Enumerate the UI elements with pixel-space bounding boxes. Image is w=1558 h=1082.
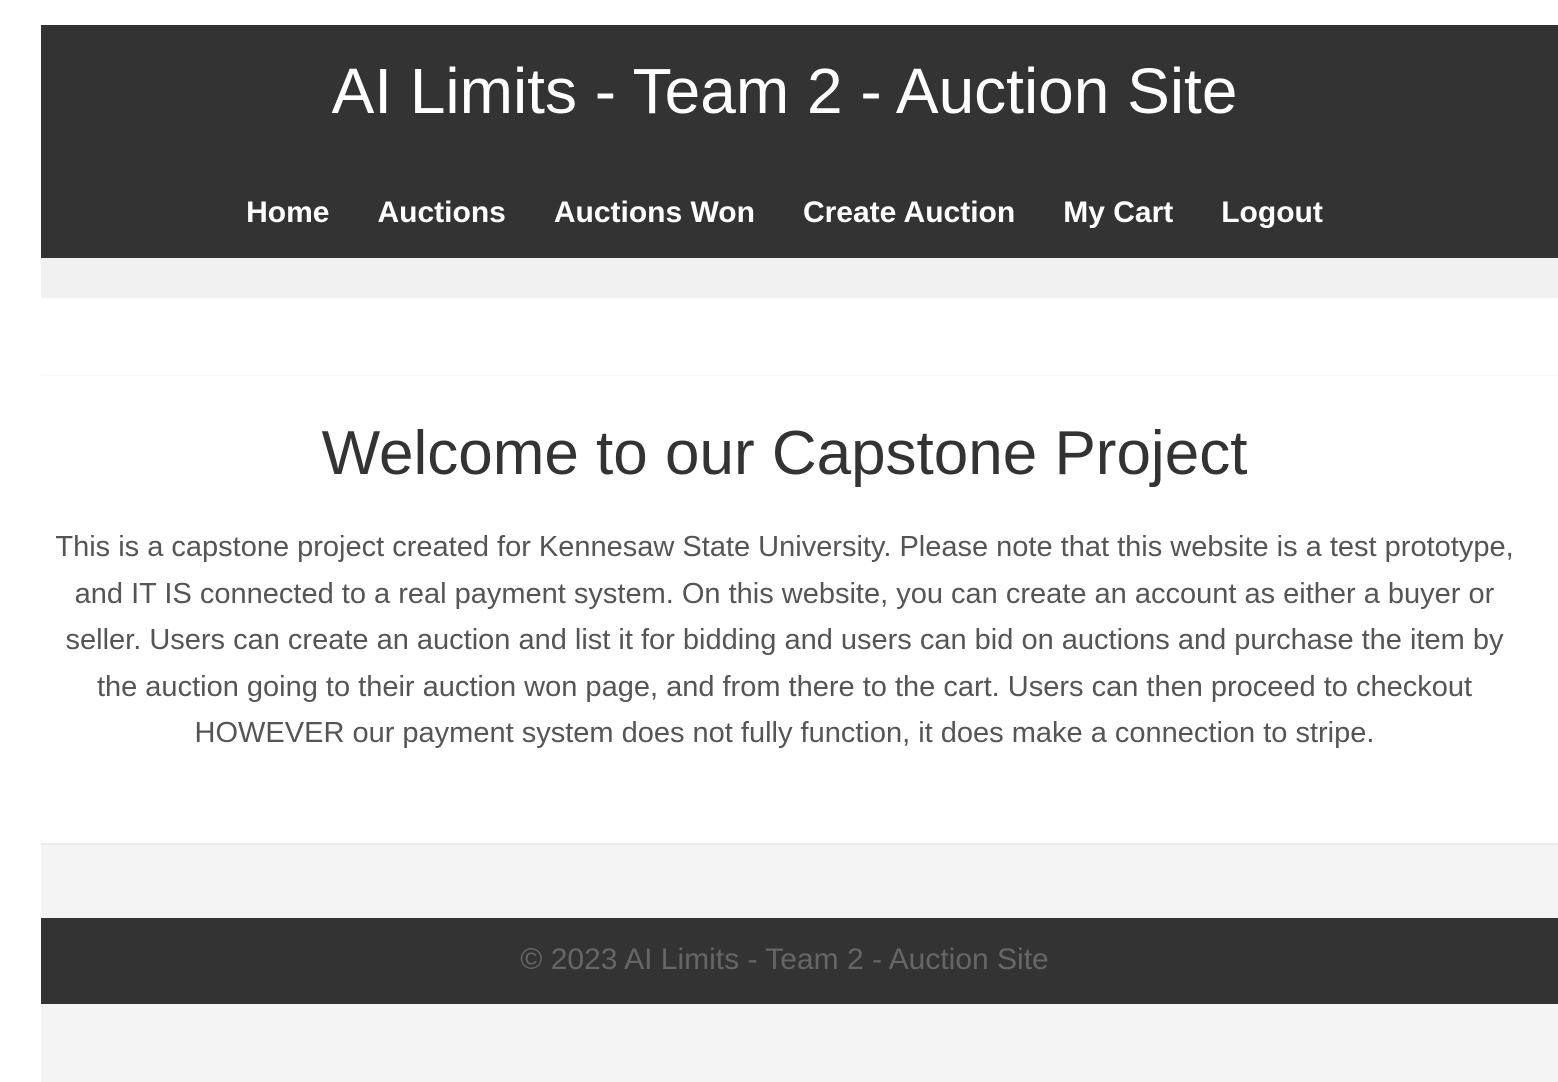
site-header: AI Limits - Team 2 - Auction Site Home A… [41,25,1558,258]
footer-copyright: © 2023 AI Limits - Team 2 - Auction Site [520,943,1049,976]
nav-logout-link[interactable]: Logout [1221,193,1323,233]
nav-auctions-link[interactable]: Auctions [378,193,506,233]
welcome-section: Welcome to our Capstone Project This is … [41,375,1558,844]
nav-auctions-won-link[interactable]: Auctions Won [554,193,755,233]
welcome-heading: Welcome to our Capstone Project [321,419,1248,488]
nav-home-link[interactable]: Home [246,193,329,233]
footer-spacer [41,843,1558,920]
welcome-description: This is a capstone project created for K… [55,531,1514,749]
main-nav: Home Auctions Auctions Won Create Auctio… [41,193,1528,233]
nav-create-auction-link[interactable]: Create Auction [803,193,1015,233]
site-title: AI Limits - Team 2 - Auction Site [331,55,1238,127]
header-spacer [41,258,1558,298]
page-container: AI Limits - Team 2 - Auction Site Home A… [41,25,1558,1082]
nav-my-cart-link[interactable]: My Cart [1063,193,1173,233]
main-content: Welcome to our Capstone Project This is … [41,298,1558,844]
page-bottom [41,1004,1558,1082]
site-footer: © 2023 AI Limits - Team 2 - Auction Site [41,918,1558,1004]
